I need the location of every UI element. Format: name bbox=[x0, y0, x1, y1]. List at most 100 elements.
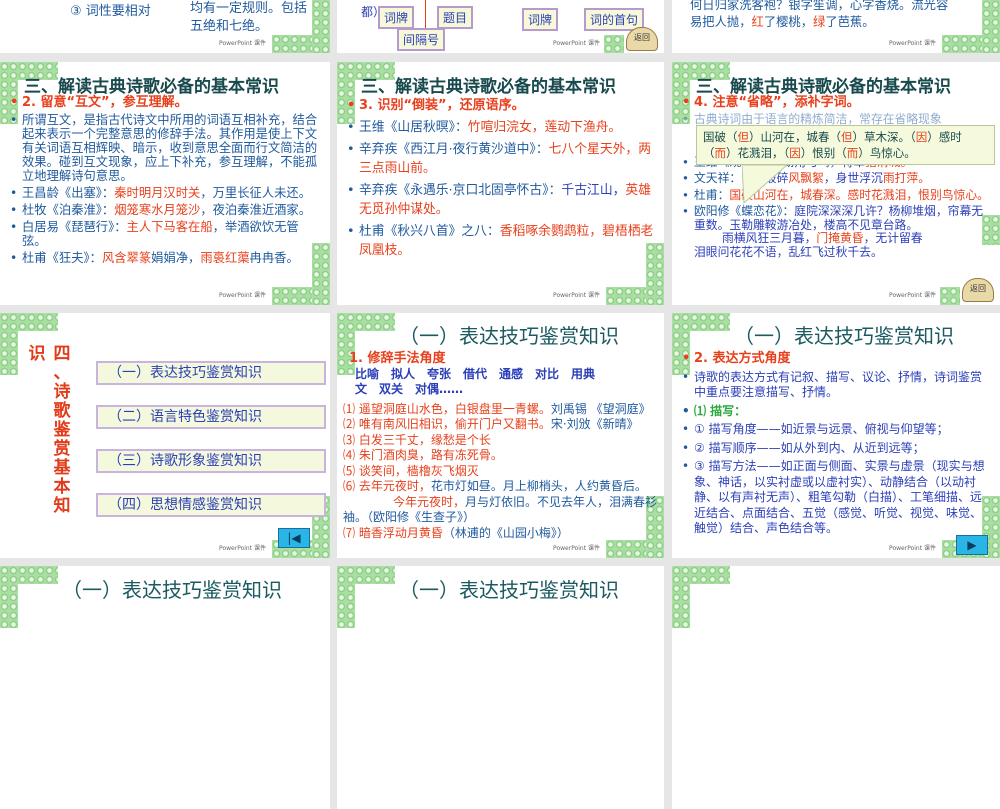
callout-seg-red: 但 bbox=[841, 130, 853, 144]
slide-thumbnail-prev-1[interactable]: ③ 词性要相对 均有一定规则。包括 五绝和七绝。 PowerPoint 课件 bbox=[0, 0, 330, 53]
callout-seg: ）草木深。（ bbox=[852, 130, 916, 144]
slide-title: （一）表达技巧鉴赏知识 bbox=[734, 324, 954, 348]
example-rest: ，夜泊秦淮近酒家。 bbox=[200, 203, 312, 217]
watermark: PowerPoint 课件 bbox=[889, 545, 936, 552]
example-source: （林逋的《山园小梅》） bbox=[442, 525, 569, 540]
example-item: 白居易《琵琶行》：主人下马客在船，举酒欲饮无管弦。 bbox=[8, 220, 320, 248]
example-highlight: ⑹ 去年元夜时， bbox=[343, 479, 431, 493]
watermark: PowerPoint 课件 bbox=[889, 292, 936, 299]
poem-line: 易把人抛，红了樱桃，绿了芭蕉。 bbox=[690, 14, 986, 31]
example-item: 辛弃疾《永遇乐·京口北固亭怀古》：千古江山，英雄无觅孙仲谋处。 bbox=[345, 181, 654, 219]
slide-title: （一）表达技巧鉴赏知识 bbox=[62, 578, 282, 602]
rule-line: 均有一定规则。包括 bbox=[190, 1, 308, 16]
watermark: PowerPoint 课件 bbox=[553, 292, 600, 299]
slide-title: 三、解读古典诗歌必备的基本常识 bbox=[696, 77, 951, 97]
example-item: ⑶ 白发三千丈，缘愁是个长 bbox=[343, 432, 491, 447]
vertical-title-char: 、 bbox=[53, 363, 71, 383]
slide-body: 4. 注意“省略”，添补字词。 古典诗词由于语言的精炼简洁，常存在省略现象 王维… bbox=[680, 96, 990, 262]
item-text: ③ 词性要相对 bbox=[70, 4, 151, 19]
return-button[interactable]: 返回 bbox=[962, 278, 994, 302]
list-item: ② 描写顺序——如从外到内、从近到远等； bbox=[680, 441, 990, 457]
example-item: 杜甫《秋兴八首》之八：香稻啄余鹦鹉粒，碧梧栖老凤凰枝。 bbox=[345, 222, 654, 260]
list-item: ① 描写角度——如近景与远景、俯视与仰望等； bbox=[680, 422, 990, 438]
example-highlight: 烟笼寒水月笼沙 bbox=[114, 203, 201, 217]
arrow-line bbox=[425, 0, 426, 28]
slide-thumbnail-next-2[interactable]: （一）表达技巧鉴赏知识 bbox=[337, 566, 664, 809]
slide-daozhuang[interactable]: 三、解读古典诗歌必备的基本常识 3. 识别“倒装”，还原语序。 王维《山居秋暝》… bbox=[337, 62, 664, 305]
slide-body: 2. 留意“互文”，参互理解。 所谓互文，是指古代诗文中所用的词语互相补充，结合… bbox=[8, 96, 320, 268]
callout-seg-red: 因 bbox=[789, 146, 801, 160]
return-button[interactable]: 返回 bbox=[626, 27, 658, 51]
vertical-title-char: 歌 bbox=[53, 401, 71, 421]
subtitle: 2. 留意“互文”，参互理解。 bbox=[8, 96, 320, 111]
slide-body: 1. 修辞手法角度 比喻 拟人 夸张 借代 通感 对比 用典 文 双关 对偶……… bbox=[343, 351, 658, 541]
vertical-title-char: 赏 bbox=[53, 439, 71, 459]
poem-line: 何日归家洗客袍？银字笙调，心字香烧。流光容 bbox=[690, 0, 949, 12]
vertical-title-char: 四 bbox=[53, 344, 71, 364]
example-source: 欧阳修《蝶恋花》： bbox=[694, 204, 795, 218]
example-item: 文天祥：山河破碎风飘絮，身世浮沉雨打萍。 bbox=[680, 171, 990, 186]
callout-seg-red: 但 bbox=[737, 130, 750, 144]
example-highlight: 今年元夜时， bbox=[393, 494, 466, 509]
corner-ornament bbox=[312, 0, 330, 53]
first-slide-icon[interactable]: |◀ bbox=[278, 528, 310, 548]
slide-shenglue[interactable]: 三、解读古典诗歌必备的基本常识 4. 注意“省略”，添补字词。 古典诗词由于语言… bbox=[672, 62, 1000, 305]
subtitle: 2. 表达方式角度 bbox=[680, 351, 990, 367]
slide-thumbnail-next-3[interactable] bbox=[672, 566, 1000, 809]
vertical-title-char: 本 bbox=[53, 477, 71, 497]
list-item: ③ 描写方法——如正面与侧面、实景与虚景（现实与想象、神话，以实衬虚或以虚衬实）… bbox=[680, 459, 990, 537]
example-source: 花市灯如昼。月上柳梢头，人约黄昏后。 bbox=[430, 479, 647, 493]
box-jiangehao: 间隔号 bbox=[397, 28, 446, 51]
example-item: ⑹ 去年元夜时，花市灯如昼。月上柳梢头，人约黄昏后。 bbox=[343, 479, 658, 495]
callout-seg: ）山河在，城春（ bbox=[749, 130, 841, 144]
vertical-title-char: 诗 bbox=[53, 382, 71, 402]
slide-title: （一）表达技巧鉴赏知识 bbox=[399, 578, 619, 602]
example-highlight: 雨打萍。 bbox=[882, 171, 931, 185]
next-slide-icon[interactable]: ▶ bbox=[956, 535, 988, 555]
slide-thumbnail-next-1[interactable]: （一）表达技巧鉴赏知识 bbox=[0, 566, 330, 809]
menu-item-imagery[interactable]: （三）诗歌形象鉴赏知识 bbox=[96, 449, 326, 473]
box-cipai-2: 词牌 bbox=[522, 8, 559, 31]
example-highlight: ⑴ 遥望洞庭山水色，白银盘里一青螺。 bbox=[343, 401, 551, 416]
slide-biaoda[interactable]: （一）表达技巧鉴赏知识 2. 表达方式角度 诗歌的表达方式有记叙、描写、议论、抒… bbox=[672, 313, 1000, 558]
slide-menu[interactable]: 识 四 、 诗 歌 鉴 赏 基 本 知 （一）表达技巧鉴赏知识 （二）语言特色鉴… bbox=[0, 313, 330, 558]
poem-seg: 了樱桃， bbox=[763, 15, 814, 29]
example-item: ⑵ 唯有南风旧相识，偷开门户又翻书。宋·刘攽《新晴》 bbox=[343, 417, 658, 433]
slide-huwen[interactable]: 三、解读古典诗歌必备的基本常识 2. 留意“互文”，参互理解。 所谓互文，是指古… bbox=[0, 62, 330, 305]
example-rest: ，万里长征人未还。 bbox=[200, 186, 312, 200]
slide-xiuci[interactable]: （一）表达技巧鉴赏知识 1. 修辞手法角度 比喻 拟人 夸张 借代 通感 对比 … bbox=[337, 313, 664, 558]
example-highlight: 风飘絮 bbox=[788, 171, 824, 185]
callout-seg: ）恨别（ bbox=[800, 146, 847, 160]
example-item: ⑴ 遥望洞庭山水色，白银盘里一青螺。刘禹锡 《望洞庭》 bbox=[343, 402, 658, 418]
example-highlight: 门掩黄昏 bbox=[816, 231, 864, 245]
corner-ornament bbox=[337, 566, 355, 628]
vertical-title-char: 知 bbox=[53, 496, 71, 516]
watermark: PowerPoint 课件 bbox=[219, 545, 266, 552]
subtitle: 1. 修辞手法角度 bbox=[349, 351, 446, 366]
example-blue: ，身世浮沉 bbox=[823, 171, 883, 185]
example-highlight: 城春深。感时花溅泪，恨别鸟惊心。 bbox=[800, 187, 989, 202]
slide-title: 三、解读古典诗歌必备的基本常识 bbox=[361, 77, 616, 97]
corner-ornament bbox=[604, 35, 624, 53]
example-highlight: 竹喧归浣女，莲动下渔舟。 bbox=[467, 120, 622, 135]
example-highlight: ⑵ 唯有南风旧相识，偷开门户又翻书。 bbox=[343, 417, 551, 431]
example-source: 文天祥： bbox=[694, 171, 742, 185]
vertical-title-char: 识 bbox=[28, 344, 46, 364]
example-highlight: 雨裛红蕖 bbox=[200, 251, 250, 265]
menu-item-emotion[interactable]: （四）思想情感鉴赏知识 bbox=[96, 493, 326, 517]
watermark: PowerPoint 课件 bbox=[219, 292, 266, 299]
callout-pointer bbox=[742, 165, 788, 205]
corner-ornament bbox=[940, 287, 960, 305]
menu-item-expression[interactable]: （一）表达技巧鉴赏知识 bbox=[96, 361, 326, 385]
example-source: 辛弃疾《永遇乐·京口北固亭怀古》： bbox=[359, 183, 562, 198]
slide-thumbnail-prev-2[interactable]: 都） 词牌 题目 间隔号 词牌 词的首句 返回 PowerPoint 课件 bbox=[337, 0, 664, 53]
slide-title: 三、解读古典诗歌必备的基本常识 bbox=[24, 77, 279, 97]
example-source: 王昌龄《出塞》： bbox=[22, 186, 115, 200]
example-blue: 千古江山， bbox=[561, 183, 626, 198]
example-source: 辛弃疾《西江月·夜行黄沙道中》： bbox=[359, 142, 549, 157]
example-highlight: 主人下马客在船 bbox=[126, 220, 213, 234]
slide-thumbnail-prev-3[interactable]: 何日归家洗客袍？银字笙调，心字香烧。流光容 易把人抛，红了樱桃，绿了芭蕉。 Po… bbox=[672, 0, 1000, 53]
poem-seg: 了芭蕉。 bbox=[825, 15, 875, 29]
menu-item-language[interactable]: （二）语言特色鉴赏知识 bbox=[96, 405, 326, 429]
example-source: 杜甫《狂夫》： bbox=[22, 251, 102, 265]
